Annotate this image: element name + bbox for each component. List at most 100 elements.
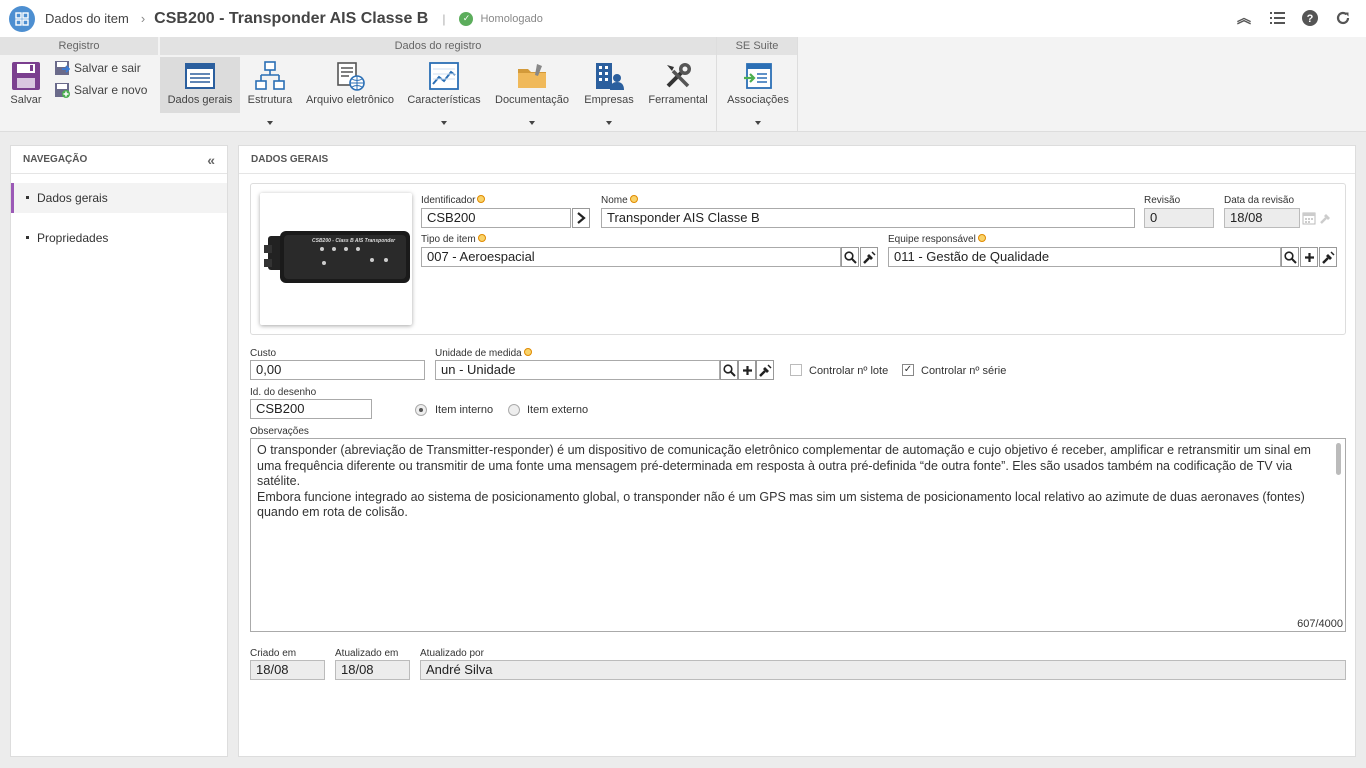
dropdown-caret-icon xyxy=(529,121,535,125)
tab-label: Dados gerais xyxy=(167,94,233,106)
chart-icon xyxy=(429,61,459,91)
floppy-disk-icon xyxy=(11,61,41,91)
tab-label: Associações xyxy=(727,94,789,106)
nav-item-dados-gerais[interactable]: Dados gerais xyxy=(11,183,227,213)
observacoes-label: Observações xyxy=(250,426,309,437)
nome-label: Nome xyxy=(601,195,638,206)
item-photo[interactable]: CSB200 - Class B AIS Transponder xyxy=(260,193,412,325)
data-revisao-label: Data da revisão xyxy=(1224,195,1295,206)
breadcrumb-separator: › xyxy=(140,11,146,26)
required-icon xyxy=(477,195,486,203)
tab-label: Ferramental xyxy=(648,94,708,106)
ribbon-group-dados-registro: Dados do registro Dados gerais Estrutura… xyxy=(160,37,716,131)
save-and-exit-button[interactable]: Salvar e sair xyxy=(54,60,141,76)
nome-input[interactable]: Transponder AIS Classe B xyxy=(601,208,1135,228)
atualizado-em-label: Atualizado em xyxy=(335,648,399,659)
save-exit-icon xyxy=(54,60,71,76)
required-icon xyxy=(477,234,486,242)
clear-icon xyxy=(1319,211,1333,225)
equipe-label: Equipe responsável xyxy=(888,234,986,245)
dropdown-caret-icon xyxy=(606,121,612,125)
tab-label: Arquivo eletrônico xyxy=(305,94,395,106)
character-counter: 607/4000 xyxy=(1297,618,1343,630)
top-bar: Dados do item › CSB200 - Transponder AIS… xyxy=(0,0,1366,37)
id-desenho-label: Id. do desenho xyxy=(250,387,317,398)
arrow-right-icon[interactable] xyxy=(572,208,590,228)
tab-documentacao[interactable]: Documentação xyxy=(492,57,572,125)
search-icon[interactable] xyxy=(720,360,738,380)
unidade-label: Unidade de medida xyxy=(435,348,532,359)
save-exit-label: Salvar e sair xyxy=(74,61,141,75)
page-title: CSB200 - Transponder AIS Classe B xyxy=(154,9,429,27)
ribbon-toolbar: Registro Salvar Salvar e sair Salvar e n… xyxy=(0,37,1366,132)
item-externo-label: Item externo xyxy=(527,404,589,416)
tab-label: Empresas xyxy=(584,94,634,106)
breadcrumb[interactable]: Dados do item xyxy=(45,11,129,26)
equipe-input[interactable]: 011 - Gestão de Qualidade xyxy=(888,247,1281,267)
tab-arquivo-eletronico[interactable]: Arquivo eletrônico xyxy=(302,57,398,113)
required-icon xyxy=(629,195,638,203)
clear-field-icon[interactable] xyxy=(860,247,878,267)
section-title: DADOS GERAIS xyxy=(251,154,329,165)
item-card: CSB200 - Class B AIS Transponder Identif… xyxy=(250,183,1346,335)
status-badge: Homologado xyxy=(480,12,543,25)
item-externo-radio[interactable] xyxy=(508,404,520,416)
nav-item-propriedades[interactable]: Propriedades xyxy=(11,223,227,253)
item-interno-label: Item interno xyxy=(435,404,494,416)
criado-em-field: 18/08 xyxy=(250,660,325,680)
tab-associacoes[interactable]: Associações xyxy=(721,57,795,125)
unidade-input[interactable]: un - Unidade xyxy=(435,360,720,380)
tab-dados-gerais[interactable]: Dados gerais xyxy=(160,57,240,113)
clear-field-icon[interactable] xyxy=(756,360,774,380)
required-icon xyxy=(523,348,532,356)
save-button[interactable]: Salvar xyxy=(4,57,48,113)
clear-field-icon[interactable] xyxy=(1319,247,1337,267)
collapse-up-icon[interactable]: ︽ xyxy=(1236,10,1252,26)
building-icon xyxy=(594,61,624,91)
tab-ferramental[interactable]: Ferramental xyxy=(644,57,712,113)
navigation-title: NAVEGAÇÃO xyxy=(23,154,88,165)
search-icon[interactable] xyxy=(1281,247,1299,267)
required-icon xyxy=(977,234,986,242)
associations-icon xyxy=(743,61,773,91)
custo-label: Custo xyxy=(250,348,277,359)
tab-estrutura[interactable]: Estrutura xyxy=(242,57,298,125)
electronic-file-icon xyxy=(335,61,365,91)
ribbon-group-title: SE Suite xyxy=(717,37,797,55)
structure-icon xyxy=(255,61,285,91)
dropdown-caret-icon xyxy=(267,121,273,125)
refresh-icon[interactable] xyxy=(1335,10,1351,26)
add-icon[interactable] xyxy=(738,360,756,380)
help-icon[interactable]: ? xyxy=(1302,10,1318,26)
identificador-input[interactable]: CSB200 xyxy=(421,208,571,228)
tab-caracteristicas[interactable]: Características xyxy=(402,57,486,125)
observacoes-paragraph: Embora funcione integrado ao sistema de … xyxy=(257,489,1305,520)
search-icon[interactable] xyxy=(841,247,859,267)
tab-label: Documentação xyxy=(495,94,569,106)
tab-label: Características xyxy=(407,94,481,106)
tipo-item-label: Tipo de item xyxy=(421,234,486,245)
collapse-panel-icon[interactable]: « xyxy=(207,146,215,174)
save-new-label: Salvar e novo xyxy=(74,83,148,97)
add-icon[interactable] xyxy=(1300,247,1318,267)
controlar-lote-label: Controlar nº lote xyxy=(809,365,889,377)
data-revisao-field: 18/08 xyxy=(1224,208,1300,228)
photo-caption: CSB200 - Class B AIS Transponder xyxy=(312,238,396,244)
id-desenho-input[interactable]: CSB200 xyxy=(250,399,372,419)
atualizado-por-field: André Silva xyxy=(420,660,1346,680)
criado-em-label: Criado em xyxy=(250,648,297,659)
save-new-icon xyxy=(54,82,70,98)
item-interno-radio[interactable] xyxy=(415,404,427,416)
tab-empresas[interactable]: Empresas xyxy=(578,57,640,125)
controlar-serie-checkbox[interactable]: ✓ xyxy=(902,364,914,376)
ribbon-group-se-suite: SE Suite Associações xyxy=(716,37,798,131)
tipo-item-input[interactable]: 007 - Aeroespacial xyxy=(421,247,841,267)
atualizado-por-label: Atualizado por xyxy=(420,648,484,659)
save-and-new-button[interactable]: Salvar e novo xyxy=(54,82,147,98)
controlar-lote-checkbox[interactable] xyxy=(790,364,802,376)
scrollbar[interactable] xyxy=(1336,443,1341,475)
custo-input[interactable]: 0,00 xyxy=(250,360,425,380)
list-icon[interactable] xyxy=(1269,10,1285,26)
observacoes-textarea[interactable]: O transponder (abreviação de Transmitter… xyxy=(250,438,1346,632)
save-label: Salvar xyxy=(10,94,42,106)
